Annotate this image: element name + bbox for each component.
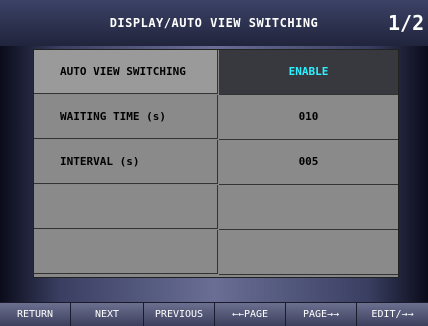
return-button[interactable]: RETURN bbox=[0, 303, 71, 326]
setting-row-empty bbox=[34, 230, 398, 275]
setting-value[interactable]: ENABLE bbox=[219, 50, 398, 95]
setting-label bbox=[34, 230, 218, 274]
function-button-bar: RETURN NEXT PREVIOUS ←←PAGE PAGE→→ EDIT/… bbox=[0, 302, 428, 326]
setting-label bbox=[34, 185, 218, 229]
previous-button[interactable]: PREVIOUS bbox=[144, 303, 215, 326]
setting-label: INTERVAL (s) bbox=[34, 140, 218, 184]
setting-row-empty bbox=[34, 185, 398, 230]
screen: DISPLAY/AUTO VIEW SWITCHING 1/2 AUTO VIE… bbox=[0, 0, 428, 326]
setting-value bbox=[219, 185, 398, 230]
title-bar: DISPLAY/AUTO VIEW SWITCHING 1/2 bbox=[0, 0, 428, 46]
page-back-button[interactable]: ←←PAGE bbox=[215, 303, 286, 326]
setting-value[interactable]: 005 bbox=[219, 140, 398, 185]
setting-row-waiting-time[interactable]: WAITING TIME (s) 010 bbox=[34, 95, 398, 140]
settings-table: AUTO VIEW SWITCHING ENABLE WAITING TIME … bbox=[33, 49, 399, 278]
setting-label: WAITING TIME (s) bbox=[34, 95, 218, 139]
page-indicator: 1/2 bbox=[388, 11, 425, 35]
page-forward-button[interactable]: PAGE→→ bbox=[286, 303, 357, 326]
setting-label: AUTO VIEW SWITCHING bbox=[34, 50, 218, 94]
edit-button[interactable]: EDIT/→→ bbox=[357, 303, 428, 326]
page-title: DISPLAY/AUTO VIEW SWITCHING bbox=[109, 16, 319, 30]
setting-row-auto-view-switching[interactable]: AUTO VIEW SWITCHING ENABLE bbox=[34, 50, 398, 95]
next-button[interactable]: NEXT bbox=[71, 303, 144, 326]
setting-value bbox=[219, 230, 398, 275]
setting-value[interactable]: 010 bbox=[219, 95, 398, 140]
setting-row-interval[interactable]: INTERVAL (s) 005 bbox=[34, 140, 398, 185]
